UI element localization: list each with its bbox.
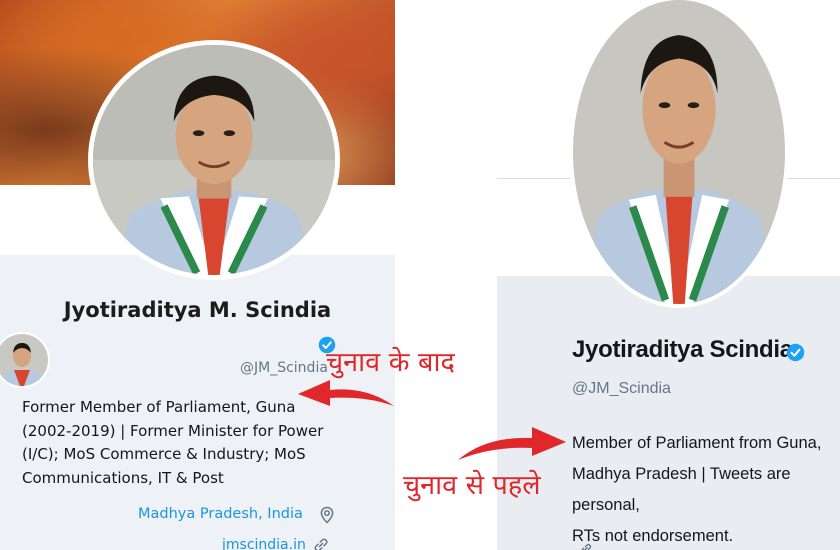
profile-bio-right: Member of Parliament from Guna, Madhya P… [572,434,822,545]
profile-name: Jyotiraditya M. Scindia [63,298,332,322]
profile-handle-right: @JM_Scindia [572,380,671,397]
after-election-label: चुनाव के बाद [326,347,455,378]
profile-bio: Former Member of Parliament, Guna (2002-… [22,398,324,487]
location-pin-icon [320,506,334,524]
before-election-label: चुनाव से पहले [403,470,541,501]
profile-avatar[interactable] [88,40,340,280]
profile-handle: @JM_Scindia [240,360,328,376]
arrow-left-icon [298,380,394,406]
profile-website[interactable]: jmscindia.in [222,537,306,550]
left-profile-panel: Jyotiraditya M. Scindia @JM_Scindia Form… [0,0,395,550]
profile-avatar-right[interactable] [569,0,789,308]
profile-location[interactable]: Madhya Pradesh, India [138,506,303,522]
right-profile-panel: Jyotiraditya Scindia @JM_Scindia Member … [497,0,840,550]
arrow-right-icon [458,427,566,460]
mini-avatar[interactable] [0,332,50,388]
link-icon [581,543,592,550]
verified-badge-icon [786,343,805,362]
profile-name-right: Jyotiraditya Scindia [572,336,793,363]
link-icon [314,538,328,550]
